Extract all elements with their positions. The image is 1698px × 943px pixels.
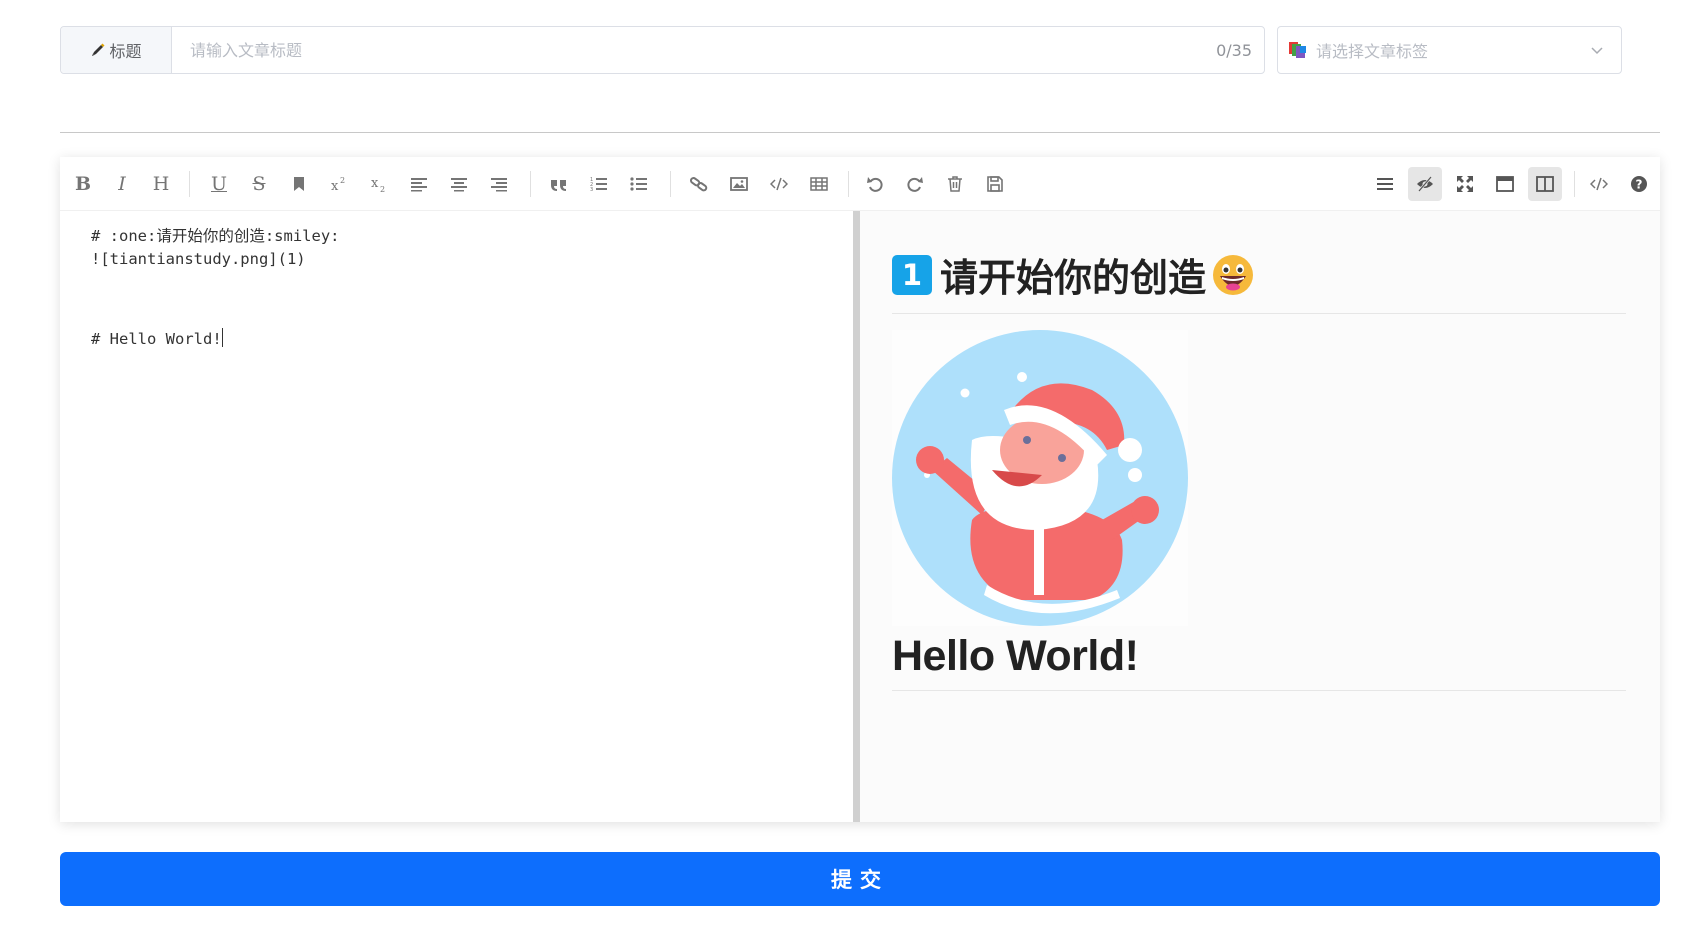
align-right-button[interactable] bbox=[482, 167, 516, 201]
superscript-button[interactable]: x2 bbox=[322, 167, 356, 201]
superscript-icon: x2 bbox=[331, 176, 345, 193]
code-icon bbox=[770, 177, 788, 191]
link-button[interactable] bbox=[682, 167, 716, 201]
svg-text:2: 2 bbox=[340, 176, 345, 185]
help-button[interactable]: ? bbox=[1622, 167, 1656, 201]
unordered-list-icon bbox=[630, 177, 647, 191]
heading-rule bbox=[892, 313, 1626, 314]
bold-button[interactable]: B bbox=[66, 167, 100, 201]
toolbar-separator bbox=[670, 171, 671, 197]
navigation-button[interactable] bbox=[1368, 167, 1402, 201]
divider bbox=[60, 132, 1660, 133]
toolbar-separator bbox=[848, 171, 849, 197]
code-line: # :one:请开始你的创造:smiley: bbox=[91, 227, 340, 245]
title-prepend: 标题 bbox=[61, 27, 172, 73]
title-input-group: 标题 0/35 bbox=[60, 26, 1265, 74]
image-icon bbox=[730, 177, 748, 191]
mark-button[interactable] bbox=[282, 167, 316, 201]
trash-icon bbox=[948, 176, 962, 192]
table-icon bbox=[810, 177, 828, 191]
quote-icon bbox=[551, 180, 566, 191]
markdown-editor: B I H U S x2 x2 123 ? #:one:请开始你的创造:smi… bbox=[60, 157, 1660, 822]
code-button[interactable] bbox=[762, 167, 796, 201]
keycap-one-icon: 1 bbox=[892, 254, 932, 295]
align-right-icon bbox=[491, 178, 507, 192]
pane-splitter[interactable] bbox=[853, 211, 860, 822]
tags-icon bbox=[1289, 42, 1306, 58]
save-button[interactable] bbox=[978, 167, 1012, 201]
preview-toggle-button[interactable] bbox=[1408, 167, 1442, 201]
undo-button[interactable] bbox=[858, 167, 892, 201]
quote-button[interactable] bbox=[542, 167, 576, 201]
align-left-button[interactable] bbox=[402, 167, 436, 201]
strikethrough-button[interactable]: S bbox=[242, 167, 276, 201]
help-icon: ? bbox=[1631, 176, 1647, 192]
preview-heading-hello: Hello World! bbox=[892, 632, 1139, 680]
unordered-list-button[interactable] bbox=[622, 167, 656, 201]
svg-text:x: x bbox=[331, 179, 339, 193]
subscript-button[interactable]: x2 bbox=[362, 167, 396, 201]
pencil-icon bbox=[92, 43, 105, 56]
markdown-preview: 1 请开始你的创造 Hello World! bbox=[860, 211, 1660, 822]
toolbar-separator bbox=[189, 171, 190, 197]
svg-text:?: ? bbox=[1636, 178, 1643, 192]
eye-slash-icon bbox=[1417, 176, 1433, 192]
undo-icon bbox=[867, 177, 883, 192]
preview-heading-text: 请开始你的创造 bbox=[940, 256, 1207, 300]
ordered-list-icon: 123 bbox=[590, 177, 607, 193]
header-button[interactable]: H bbox=[144, 167, 178, 201]
chevron-down-icon bbox=[1591, 47, 1603, 55]
table-button[interactable] bbox=[802, 167, 836, 201]
trash-button[interactable] bbox=[938, 167, 972, 201]
markdown-textarea[interactable]: # :one:请开始你的创造:smiley: ![tiantianstudy.p… bbox=[60, 211, 853, 822]
subfield-button[interactable] bbox=[1528, 167, 1562, 201]
tag-select[interactable]: 请选择文章标签 bbox=[1277, 26, 1622, 74]
align-center-button[interactable] bbox=[442, 167, 476, 201]
ordered-list-button[interactable]: 123 bbox=[582, 167, 616, 201]
toolbar-separator bbox=[530, 171, 531, 197]
code-line: ![tiantianstudy.png](1) bbox=[91, 250, 306, 268]
smiley-icon bbox=[1213, 254, 1254, 295]
menu-icon bbox=[1377, 178, 1393, 190]
heading-rule bbox=[892, 690, 1626, 691]
html-code-button[interactable] bbox=[1582, 167, 1616, 201]
italic-button[interactable]: I bbox=[105, 167, 139, 201]
align-left-icon bbox=[411, 178, 427, 192]
title-char-counter: 0/35 bbox=[1216, 40, 1252, 60]
code-line: # Hello World! bbox=[91, 328, 223, 348]
subscript-icon: x2 bbox=[371, 176, 385, 193]
columns-icon bbox=[1536, 176, 1554, 192]
svg-text:3: 3 bbox=[590, 187, 593, 193]
bookmark-icon bbox=[294, 177, 304, 191]
preview-heading-1: 1 请开始你的创造 bbox=[892, 247, 1254, 302]
underline-button[interactable]: U bbox=[202, 167, 236, 201]
editor-toolbar: B I H U S x2 x2 123 ? bbox=[60, 157, 1660, 211]
tag-select-placeholder: 请选择文章标签 bbox=[1316, 42, 1429, 61]
window-icon bbox=[1496, 176, 1514, 192]
submit-button[interactable]: 提交 bbox=[60, 852, 1660, 906]
fullscreen-icon bbox=[1457, 176, 1473, 192]
save-icon bbox=[987, 176, 1003, 192]
redo-icon bbox=[907, 177, 923, 192]
code-icon bbox=[1590, 177, 1608, 191]
redo-button[interactable] bbox=[898, 167, 932, 201]
read-mode-button[interactable] bbox=[1488, 167, 1522, 201]
svg-text:x: x bbox=[371, 176, 379, 191]
align-center-icon bbox=[451, 178, 467, 192]
title-input[interactable] bbox=[172, 27, 1217, 73]
toolbar-separator bbox=[1574, 171, 1575, 197]
svg-text:2: 2 bbox=[380, 185, 385, 193]
fullscreen-button[interactable] bbox=[1448, 167, 1482, 201]
link-icon bbox=[690, 177, 708, 192]
santa-image bbox=[892, 330, 1188, 626]
image-button[interactable] bbox=[722, 167, 756, 201]
text-cursor bbox=[221, 328, 223, 347]
title-prepend-label: 标题 bbox=[109, 42, 142, 61]
